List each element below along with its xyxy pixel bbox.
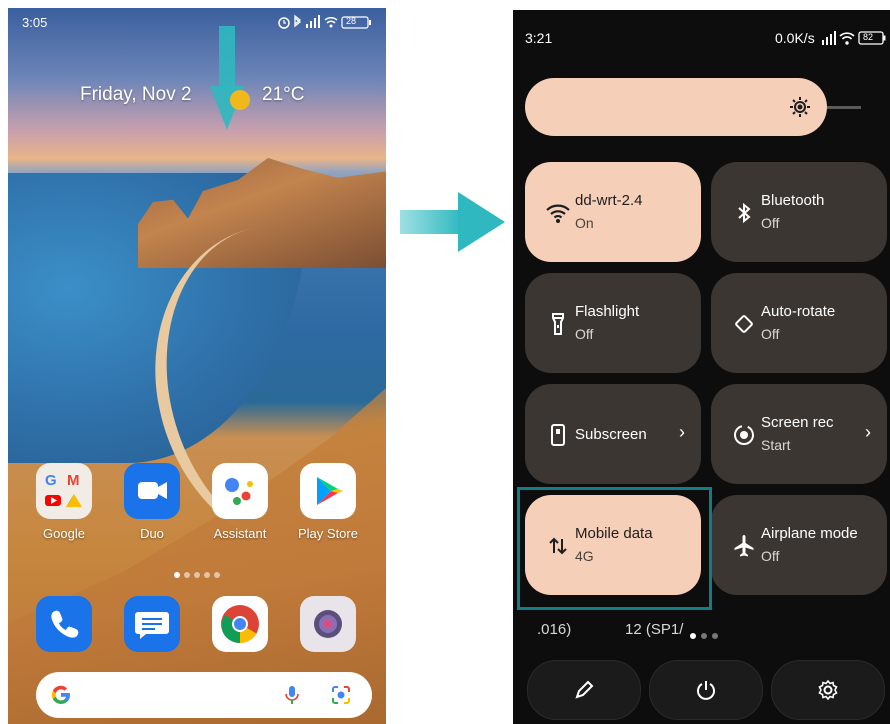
camera-icon[interactable] <box>300 596 356 652</box>
assistant-icon <box>212 463 268 519</box>
tile-screen-recorder[interactable]: Screen rec Start › <box>711 384 887 484</box>
transition-arrow-icon <box>400 192 505 252</box>
mic-icon[interactable] <box>284 684 300 706</box>
signal-icon <box>822 31 836 45</box>
tile-title: Bluetooth <box>761 192 825 209</box>
brightness-slider[interactable] <box>525 78 827 136</box>
google-search-bar[interactable] <box>36 672 372 718</box>
svg-text:G: G <box>45 472 57 489</box>
tile-subscreen[interactable]: Subscreen › <box>525 384 701 484</box>
page-dot <box>184 572 190 578</box>
signal-icon <box>306 15 320 28</box>
messages-icon[interactable] <box>124 596 180 652</box>
tile-flashlight[interactable]: Flashlight Off <box>525 273 701 373</box>
brightness-icon <box>790 97 810 117</box>
tile-auto-rotate[interactable]: Auto-rotate Off <box>711 273 887 373</box>
play-store-icon <box>300 463 356 519</box>
edit-icon <box>575 680 594 699</box>
page-indicator <box>174 565 224 583</box>
svg-text:M: M <box>67 472 80 489</box>
google-folder-icon: G M <box>36 463 92 519</box>
swipe-down-arrow-icon <box>210 26 244 130</box>
home-screen: 3:05 28 Friday, Nov 2 21°C G M Google Du… <box>8 8 386 724</box>
wifi-icon <box>324 16 338 28</box>
brightness-track <box>827 106 861 109</box>
airplane-icon <box>734 535 754 557</box>
edit-button[interactable] <box>527 660 641 720</box>
temperature-text: 21°C <box>262 84 305 105</box>
page-dot <box>194 572 200 578</box>
app-google[interactable]: G M Google <box>34 463 94 541</box>
app-duo[interactable]: Duo <box>122 463 182 541</box>
app-play-store[interactable]: Play Store <box>298 463 358 541</box>
status-time: 3:05 <box>22 15 48 30</box>
tile-subtitle: Off <box>761 215 780 231</box>
tile-title: dd-wrt-2.4 <box>575 192 643 209</box>
lens-icon[interactable] <box>330 684 352 706</box>
carrier-page-indicator <box>689 627 721 645</box>
duo-icon <box>124 463 180 519</box>
tile-subtitle: Off <box>761 548 780 564</box>
date-text: Friday, Nov 2 <box>80 84 192 105</box>
chrome-icon[interactable] <box>212 596 268 652</box>
chevron-right-icon: › <box>679 422 685 442</box>
app-label: Assistant <box>213 526 267 541</box>
power-icon <box>697 681 715 700</box>
status-icons: 28 <box>278 14 376 30</box>
subscreen-icon <box>551 424 565 446</box>
quick-settings-panel: 3:21 0.0K/s 82 dd-wrt-2.4 On Bluetooth O… <box>513 10 890 724</box>
bluetooth-icon <box>294 14 302 28</box>
carrier-text-right: 12 (SP1/ <box>625 621 684 638</box>
alarm-icon <box>278 17 290 29</box>
battery-level: 82 <box>863 32 874 42</box>
tile-subtitle: Off <box>575 326 594 342</box>
tile-title: Airplane mode <box>761 525 858 542</box>
tile-bluetooth[interactable]: Bluetooth Off <box>711 162 887 262</box>
page-dot <box>214 572 220 578</box>
tile-wifi[interactable]: dd-wrt-2.4 On <box>525 162 701 262</box>
phone-icon[interactable] <box>36 596 92 652</box>
app-label: Google <box>43 526 85 541</box>
tile-subtitle: On <box>575 215 594 231</box>
app-label: Duo <box>140 526 164 541</box>
status-icons <box>822 31 886 45</box>
tile-title: Flashlight <box>575 303 640 320</box>
tile-subtitle: Start <box>761 437 791 453</box>
tile-title: Auto-rotate <box>761 303 836 320</box>
bluetooth-icon <box>738 202 751 224</box>
carrier-text-left: .016) <box>537 621 572 638</box>
tile-title: Screen rec <box>761 414 834 431</box>
app-assistant[interactable]: Assistant <box>210 463 270 541</box>
power-button[interactable] <box>649 660 763 720</box>
app-label: Play Store <box>298 526 358 541</box>
chevron-right-icon: › <box>865 422 871 442</box>
page-dot <box>204 572 210 578</box>
tile-airplane-mode[interactable]: Airplane mode Off <box>711 495 887 595</box>
auto-rotate-icon <box>735 315 753 333</box>
flashlight-icon <box>552 313 564 335</box>
wifi-icon <box>546 204 570 223</box>
status-time: 3:21 <box>525 30 553 46</box>
settings-icon <box>818 679 838 701</box>
tile-title: Subscreen <box>575 426 647 443</box>
page-dot <box>174 572 180 578</box>
tile-subtitle: Off <box>761 326 780 342</box>
settings-button[interactable] <box>771 660 885 720</box>
screen-record-icon <box>734 425 754 445</box>
battery-level: 28 <box>346 16 357 26</box>
network-speed: 0.0K/s <box>775 30 815 46</box>
google-g-icon <box>51 685 70 705</box>
wifi-icon <box>839 32 855 45</box>
mobile-data-highlight-frame <box>517 487 712 610</box>
sunny-weather-icon <box>230 90 250 110</box>
